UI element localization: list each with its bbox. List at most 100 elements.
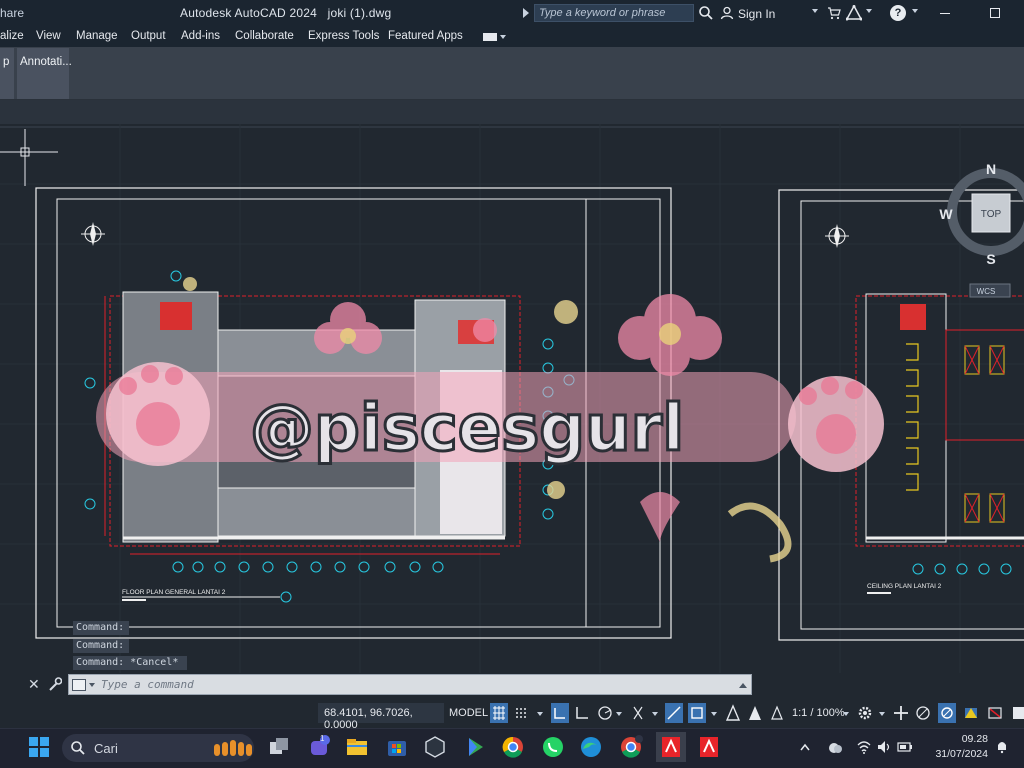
restore-icon[interactable]	[990, 8, 1000, 18]
isolate-objects-icon[interactable]	[938, 703, 956, 723]
customize-icon[interactable]	[48, 676, 62, 692]
volume-icon[interactable]	[876, 734, 892, 760]
menu-featured-apps[interactable]: Featured Apps	[388, 30, 463, 42]
polar-tracking-icon[interactable]	[596, 703, 614, 723]
snap-toggle-icon[interactable]	[512, 703, 530, 723]
object-snap-icon[interactable]	[688, 703, 706, 723]
whatsapp-icon[interactable]	[540, 734, 566, 760]
plus-icon[interactable]	[892, 703, 910, 723]
google-play-games-icon[interactable]	[462, 734, 488, 760]
gear-icon[interactable]	[856, 703, 874, 723]
sign-in-button[interactable]: Sign In	[738, 7, 775, 21]
object-snap-tracking-icon[interactable]	[665, 703, 683, 723]
edge-icon[interactable]	[578, 734, 604, 760]
ribbon-panel: p Annotati...	[0, 47, 1024, 100]
menu-visualize[interactable]: alize	[0, 30, 24, 42]
viewcube-south-label[interactable]: S	[986, 251, 995, 267]
annotation-scale-icon[interactable]	[768, 703, 786, 723]
minimize-icon[interactable]	[940, 13, 950, 14]
ceiling-plan-2-scale-bar	[867, 592, 891, 594]
menu-view[interactable]: View	[36, 30, 61, 42]
annotation-autoscale-icon[interactable]	[746, 703, 764, 723]
annotation-visibility-icon[interactable]	[724, 703, 742, 723]
help-dropdown-icon[interactable]	[912, 9, 918, 13]
ribbon-panel-strip	[0, 100, 1024, 124]
ribbon-toggle-icon[interactable]	[483, 33, 497, 41]
microsoft-store-icon[interactable]	[384, 734, 410, 760]
window-title: Autodesk AutoCAD 2024 joki (1).dwg	[180, 6, 391, 20]
chevron-up-icon[interactable]	[798, 734, 812, 760]
notification-bell-icon[interactable]	[994, 734, 1010, 760]
infer-constraints-icon[interactable]	[551, 703, 569, 723]
ribbon-panel-annotation[interactable]: Annotati...	[17, 48, 72, 99]
file-explorer-icon[interactable]	[344, 734, 370, 760]
clock-time[interactable]: 09.28	[920, 733, 988, 745]
menu-output[interactable]: Output	[131, 30, 166, 42]
watermark-text: @piscesgurl	[250, 392, 684, 466]
sign-in-dropdown-icon[interactable]	[812, 9, 818, 13]
customization-icon[interactable]	[1010, 703, 1024, 723]
search-expand-icon[interactable]	[522, 8, 530, 18]
coordinates-readout[interactable]: 68.4101, 96.7026, 0.0000	[318, 703, 444, 731]
menu-manage[interactable]: Manage	[76, 30, 118, 42]
clean-screen-icon[interactable]	[986, 703, 1004, 723]
chrome-profile-icon[interactable]	[618, 734, 644, 760]
command-history-line: Command: *Cancel*	[73, 656, 187, 670]
annotation-scale-selector[interactable]: 1:1 / 100%	[790, 703, 847, 723]
command-expand-icon[interactable]	[739, 683, 747, 688]
command-history-line: Command:	[73, 639, 129, 653]
annotation-monitor-icon[interactable]	[914, 703, 932, 723]
share-button[interactable]: hare	[0, 6, 24, 20]
help-icon[interactable]: ?	[890, 5, 906, 21]
task-view-icon[interactable]	[266, 734, 292, 760]
menu-add-ins[interactable]: Add-ins	[181, 30, 220, 42]
ortho-toggle-icon[interactable]	[573, 703, 591, 723]
command-history-dropdown-icon[interactable]	[89, 683, 95, 687]
command-history-icon[interactable]	[72, 679, 86, 691]
model-space-button[interactable]: MODEL	[446, 703, 491, 723]
north-arrow-icon	[81, 222, 105, 246]
wifi-icon[interactable]	[856, 734, 872, 760]
user-icon[interactable]	[720, 6, 734, 20]
windows-start-icon[interactable]	[26, 734, 52, 760]
polar-dropdown-icon[interactable]	[616, 712, 622, 716]
file-name: joki (1).dwg	[327, 6, 392, 20]
command-input[interactable]: Type a command	[68, 674, 752, 695]
ribbon-panel-map[interactable]: p	[0, 48, 14, 99]
drawing-svg: FLOOR PLAN GENERAL LANTAI 2 CEILING PLAN…	[0, 124, 1024, 678]
ribbon-toggle-dropdown-icon[interactable]	[500, 35, 506, 39]
scale-dropdown-icon[interactable]	[843, 712, 849, 716]
workspace-dropdown-icon[interactable]	[879, 712, 885, 716]
battery-icon[interactable]	[896, 734, 914, 760]
isodraft-icon[interactable]	[629, 703, 647, 723]
command-history-line: Command:	[73, 621, 129, 635]
ceiling-plan-2-title: CEILING PLAN LANTAI 2	[867, 583, 942, 590]
viewcube-north-label[interactable]: N	[986, 161, 996, 177]
close-icon[interactable]: ✕	[28, 676, 40, 692]
menu-collaborate[interactable]: Collaborate	[235, 30, 294, 42]
grid-toggle-icon[interactable]	[490, 703, 508, 723]
isodraft-dropdown-icon[interactable]	[652, 712, 658, 716]
autodesk-dropdown-icon[interactable]	[866, 9, 872, 13]
chrome-icon[interactable]	[500, 734, 526, 760]
search-icon[interactable]	[698, 5, 714, 21]
snap-dropdown-icon[interactable]	[537, 712, 543, 716]
teams-icon[interactable]	[306, 734, 332, 760]
search-icon	[71, 741, 85, 755]
viewcube[interactable]: TOP N S W WCS	[939, 161, 1024, 298]
autocad-active-icon[interactable]	[656, 732, 686, 762]
cart-icon[interactable]	[827, 6, 841, 20]
menu-express-tools[interactable]: Express Tools	[308, 30, 379, 42]
autocad-icon[interactable]	[696, 734, 722, 760]
viewcube-west-label[interactable]: W	[939, 206, 953, 222]
object-snap-dropdown-icon[interactable]	[711, 712, 717, 716]
weather-icon[interactable]	[826, 734, 844, 760]
drawing-canvas[interactable]: FLOOR PLAN GENERAL LANTAI 2 CEILING PLAN…	[0, 124, 1024, 678]
crosshair-cursor	[0, 129, 58, 186]
hardware-acceleration-icon[interactable]	[962, 703, 980, 723]
unity-icon[interactable]	[422, 734, 448, 760]
floor-plan-1-scale-bar	[122, 599, 146, 601]
autodesk-app-icon[interactable]	[846, 5, 862, 21]
help-search-input[interactable]: Type a keyword or phrase	[534, 4, 694, 22]
clock-date[interactable]: 31/07/2024	[920, 748, 988, 760]
